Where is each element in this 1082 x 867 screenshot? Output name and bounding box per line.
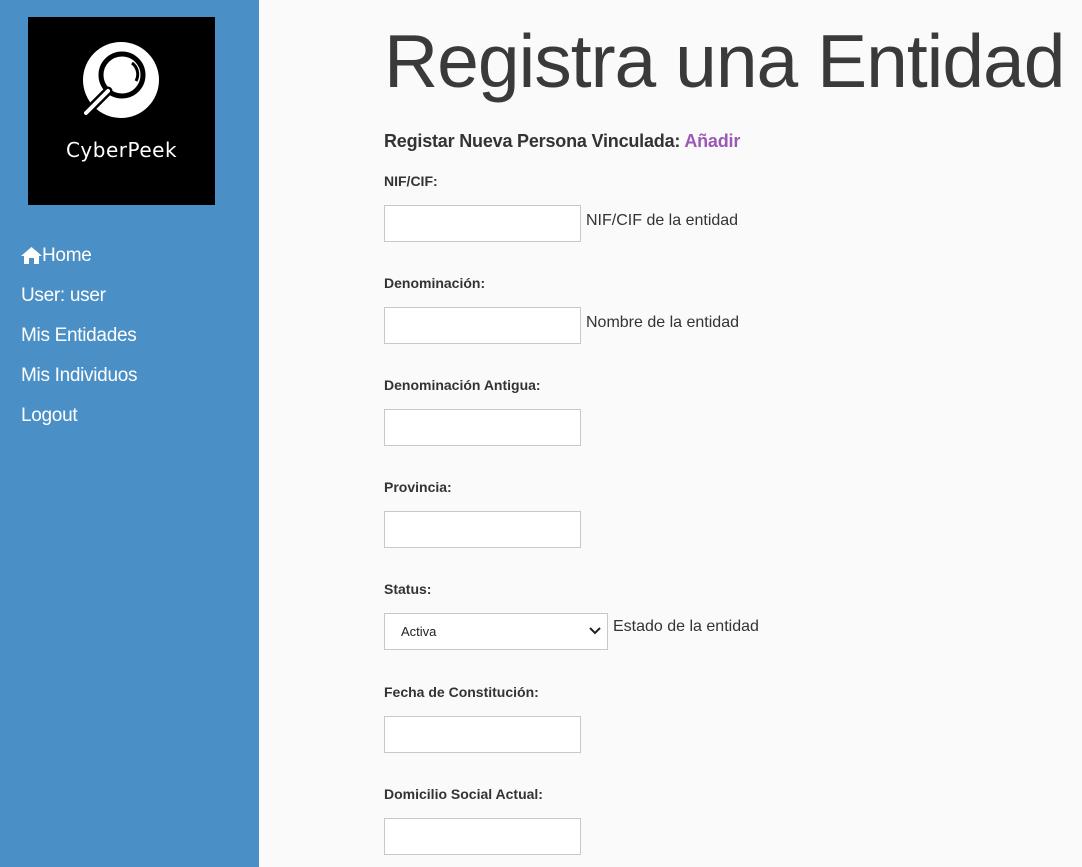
denominacion-antigua-input[interactable] — [384, 409, 581, 446]
magnifier-logo-icon — [81, 42, 159, 118]
nav-item-home[interactable]: Home — [21, 243, 137, 283]
nav-item-user[interactable]: User: user — [21, 283, 137, 323]
nav-item-label: Mis Individuos — [21, 365, 138, 386]
add-person-link[interactable]: Añadir — [684, 131, 740, 151]
denominacion-label: Denominación: — [384, 275, 486, 291]
denominacion-input[interactable] — [384, 307, 581, 344]
nav-item-label: Logout — [21, 405, 78, 426]
nav-item-label: Mis Entidades — [21, 325, 137, 346]
chevron-down-icon — [589, 627, 601, 635]
main-content: Registra una Entidad Registar Nueva Pers… — [384, 0, 1074, 867]
sidebar-nav: Home User: user Mis Entidades Mis Indivi… — [21, 243, 137, 443]
nav-item-label: User: user — [21, 285, 106, 306]
cyberpeek-logo[interactable]: CyberPeek — [28, 17, 215, 205]
status-help-text: Estado de la entidad — [613, 618, 759, 635]
nav-item-mis-entidades[interactable]: Mis Entidades — [21, 323, 137, 363]
denominacion-help-text: Nombre de la entidad — [586, 314, 739, 331]
nav-item-label: Home — [42, 245, 92, 266]
fecha-constitucion-label: Fecha de Constitución: — [384, 684, 539, 700]
sidebar: CyberPeek Home User: user Mis Entidades … — [0, 0, 259, 867]
nif-help-text: NIF/CIF de la entidad — [586, 212, 739, 229]
domicilio-input[interactable] — [384, 818, 581, 855]
status-label: Status: — [384, 581, 432, 597]
denominacion-antigua-label: Denominación Antigua: — [384, 377, 541, 393]
provincia-input[interactable] — [384, 511, 581, 548]
nav-item-logout[interactable]: Logout — [21, 403, 137, 443]
nav-item-mis-individuos[interactable]: Mis Individuos — [21, 363, 137, 403]
provincia-label: Provincia: — [384, 479, 452, 495]
nif-label: NIF/CIF: — [384, 173, 438, 189]
add-person-heading: Registar Nueva Persona Vinculada: Añadir — [384, 131, 740, 152]
page-title: Registra una Entidad — [384, 19, 1065, 103]
status-select[interactable]: Activa — [384, 613, 608, 650]
add-person-label: Registar Nueva Persona Vinculada: — [384, 131, 681, 151]
fecha-constitucion-input[interactable] — [384, 716, 581, 753]
home-icon — [21, 247, 42, 264]
brand-name: CyberPeek — [65, 138, 178, 162]
status-selected-value: Activa — [401, 624, 437, 639]
domicilio-label: Domicilio Social Actual: — [384, 786, 543, 802]
nif-input[interactable] — [384, 205, 581, 242]
